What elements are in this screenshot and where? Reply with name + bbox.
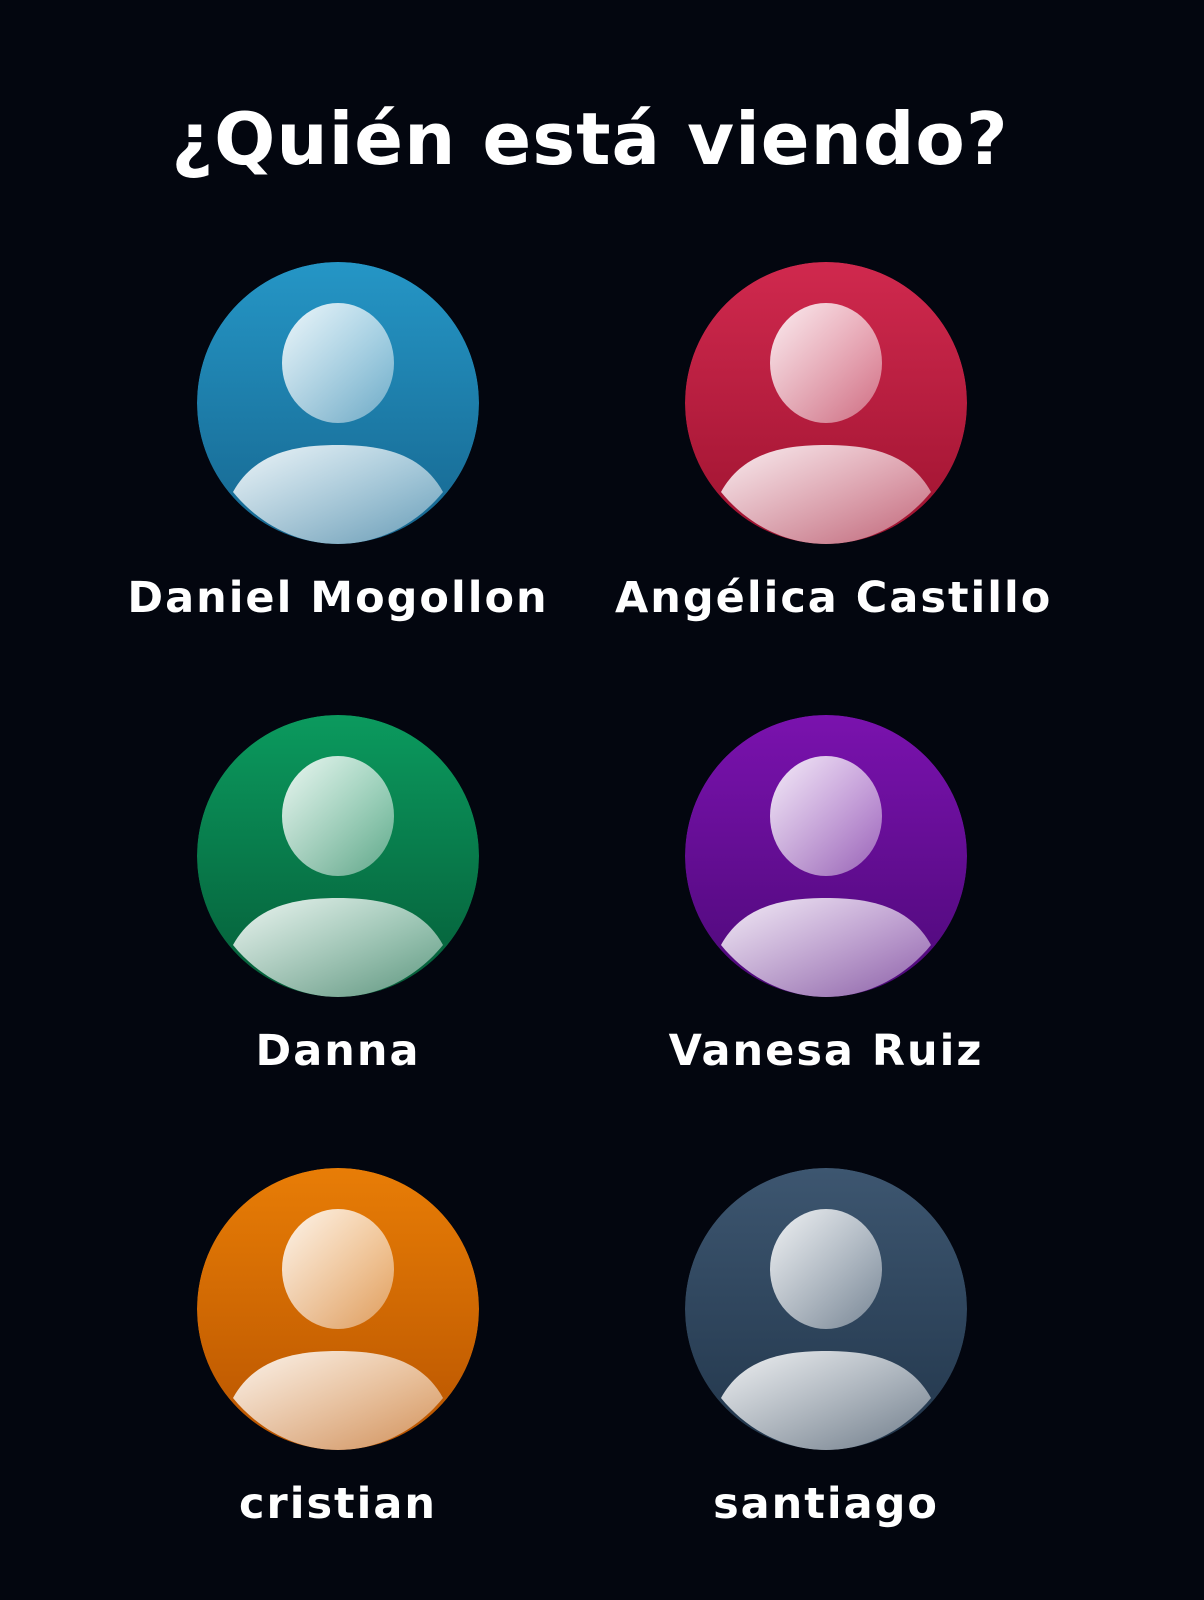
- profile-name: Daniel Mogollon: [127, 573, 549, 623]
- profile-name: Angélica Castillo: [615, 573, 1053, 623]
- person-avatar-icon: [197, 715, 479, 997]
- profile-tile-cristian[interactable]: cristian: [127, 1168, 547, 1568]
- avatar[interactable]: [685, 1168, 967, 1450]
- profile-name: santiago: [713, 1479, 939, 1529]
- person-avatar-icon: [197, 1168, 479, 1450]
- profile-name: Danna: [255, 1026, 421, 1076]
- profile-tile-santiago[interactable]: santiago: [615, 1168, 1035, 1568]
- avatar[interactable]: [197, 262, 479, 544]
- profile-tile-danna[interactable]: Danna: [127, 715, 547, 1115]
- profile-name: cristian: [239, 1479, 437, 1529]
- person-avatar-icon: [685, 262, 967, 544]
- profile-tile-vanesa-ruiz[interactable]: Vanesa Ruiz: [615, 715, 1035, 1115]
- person-avatar-icon: [685, 715, 967, 997]
- profile-tile-angelica-castillo[interactable]: Angélica Castillo: [615, 262, 1053, 662]
- avatar[interactable]: [197, 1168, 479, 1450]
- page-title: ¿Quién está viendo?: [171, 97, 1009, 181]
- profile-tile-daniel-mogollon[interactable]: Daniel Mogollon: [127, 262, 547, 662]
- avatar[interactable]: [197, 715, 479, 997]
- profile-name: Vanesa Ruiz: [668, 1026, 984, 1076]
- avatar[interactable]: [685, 262, 967, 544]
- person-avatar-icon: [197, 262, 479, 544]
- avatar[interactable]: [685, 715, 967, 997]
- person-avatar-icon: [685, 1168, 967, 1450]
